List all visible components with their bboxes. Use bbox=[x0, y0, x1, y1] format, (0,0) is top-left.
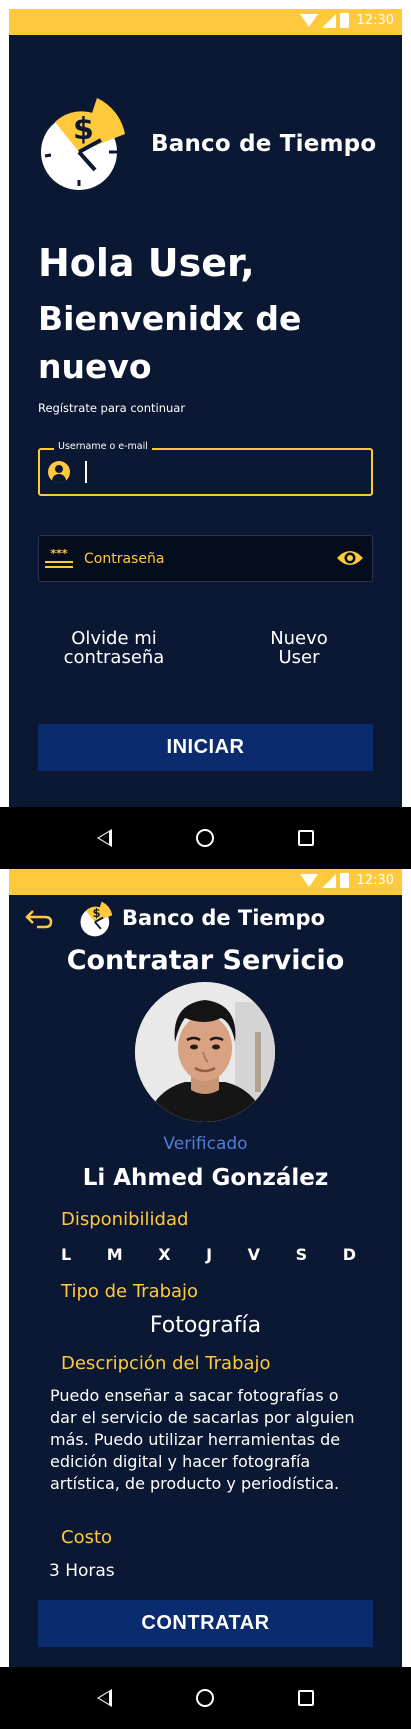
day-friday[interactable]: V bbox=[248, 1245, 260, 1264]
username-label: Username o e-mail bbox=[54, 441, 152, 452]
password-asterisk-icon: *** bbox=[44, 548, 74, 570]
welcome-heading: Bienvenidx de nuevo bbox=[38, 299, 302, 386]
greeting-heading: Hola User, bbox=[38, 241, 255, 285]
verified-badge: Verificado bbox=[163, 1134, 248, 1154]
login-button[interactable]: INICIAR bbox=[38, 724, 373, 771]
status-bar: 12:30 bbox=[9, 9, 402, 35]
signal-icon bbox=[321, 13, 336, 28]
nav-recents-icon[interactable] bbox=[298, 1690, 314, 1706]
provider-avatar bbox=[135, 982, 275, 1122]
username-field[interactable]: Username o e-mail bbox=[38, 441, 373, 496]
day-tuesday[interactable]: M bbox=[107, 1245, 123, 1264]
login-screen: 12:30 $ Banco de Tiempo Hola User, Bienv… bbox=[9, 9, 402, 807]
app-header: $ Banco de Tiempo bbox=[9, 899, 402, 937]
forgot-password-link[interactable]: Olvide mi contraseña bbox=[39, 629, 189, 667]
nav-home-icon[interactable] bbox=[196, 829, 214, 847]
description-label: Descripción del Trabajo bbox=[61, 1353, 271, 1374]
nav-home-icon[interactable] bbox=[196, 1689, 214, 1707]
day-sunday[interactable]: D bbox=[343, 1245, 356, 1264]
hire-button[interactable]: CONTRATAR bbox=[38, 1600, 373, 1647]
clock-dollar-logo-icon: $ bbox=[41, 98, 125, 190]
day-thursday[interactable]: J bbox=[206, 1245, 212, 1264]
back-arrow-icon[interactable] bbox=[25, 909, 53, 929]
job-type-value: Fotografía bbox=[149, 1313, 262, 1338]
android-nav-bar bbox=[0, 807, 411, 869]
battery-icon bbox=[339, 873, 349, 888]
status-time: 12:30 bbox=[356, 13, 394, 28]
cost-label: Costo bbox=[61, 1527, 113, 1548]
status-time: 12:30 bbox=[356, 873, 394, 888]
wifi-icon bbox=[299, 14, 318, 27]
status-bar: 12:30 bbox=[9, 869, 402, 895]
svg-text:$: $ bbox=[73, 112, 94, 147]
page-title: Contratar Servicio bbox=[66, 945, 345, 976]
wifi-icon bbox=[299, 874, 318, 887]
job-type-label: Tipo de Trabajo bbox=[61, 1281, 199, 1302]
android-nav-bar bbox=[0, 1667, 411, 1729]
description-text: Puedo enseñar a sacar fotografías o dar … bbox=[50, 1386, 355, 1493]
cost-value: 3 Horas bbox=[49, 1561, 115, 1581]
day-saturday[interactable]: S bbox=[296, 1245, 308, 1264]
availability-days: L M X J V S D bbox=[61, 1245, 356, 1264]
brand-header: $ Banco de Tiempo bbox=[37, 94, 376, 194]
brand-title: Banco de Tiempo bbox=[151, 131, 377, 157]
new-user-link[interactable]: Nuevo User bbox=[249, 629, 349, 667]
hire-service-screen: 12:30 $ Banco de Tiempo Contratar Servic… bbox=[9, 869, 402, 1667]
nav-recents-icon[interactable] bbox=[298, 830, 314, 846]
username-input[interactable] bbox=[90, 459, 360, 485]
password-field[interactable]: *** bbox=[38, 535, 373, 582]
nav-back-icon[interactable] bbox=[97, 829, 112, 847]
eye-icon[interactable] bbox=[336, 548, 364, 568]
clock-dollar-logo-icon: $ bbox=[80, 901, 113, 937]
provider-name: Li Ahmed González bbox=[82, 1165, 329, 1191]
day-monday[interactable]: L bbox=[61, 1245, 71, 1264]
subtitle: Regístrate para continuar bbox=[38, 401, 186, 415]
day-wednesday[interactable]: X bbox=[158, 1245, 170, 1264]
brand-title: Banco de Tiempo bbox=[122, 906, 326, 930]
svg-text:$: $ bbox=[93, 906, 101, 920]
battery-icon bbox=[339, 13, 349, 28]
text-cursor bbox=[85, 461, 87, 483]
user-circle-icon bbox=[48, 461, 70, 483]
availability-label: Disponibilidad bbox=[61, 1209, 189, 1230]
nav-back-icon[interactable] bbox=[97, 1689, 112, 1707]
signal-icon bbox=[321, 873, 336, 888]
password-input[interactable] bbox=[84, 547, 314, 571]
